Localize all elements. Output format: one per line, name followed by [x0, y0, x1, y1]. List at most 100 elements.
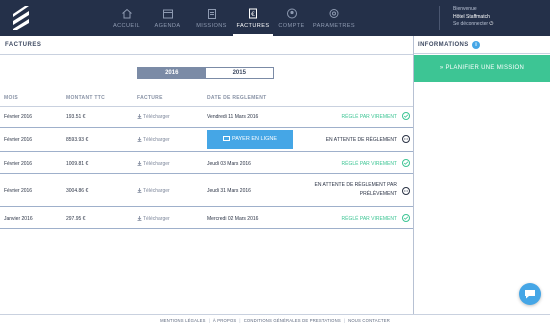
user-icon [286, 8, 297, 19]
status-text: RÉGLÉ PAR VIREMENT [341, 114, 397, 120]
check-icon [402, 214, 410, 222]
staffmatch-logo-icon[interactable] [11, 6, 31, 30]
row-date: Jeudi 31 Mars 2016 [207, 188, 251, 194]
table-row: Février 2016 3004.86 € Télécharger Jeudi… [0, 176, 413, 207]
status-text: RÉGLÉ PAR VIREMENT [341, 161, 397, 167]
nav-label: COMPTE [278, 23, 305, 29]
row-date: Vendredi 11 Mars 2016 [207, 114, 259, 120]
svg-text:€: € [251, 11, 255, 18]
status-text: RÉGLÉ PAR VIREMENT [341, 216, 397, 222]
year-switch: 2016 2015 [137, 67, 274, 79]
nav-label: PARAMETRES [312, 23, 356, 29]
nav-item-parametres[interactable]: PARAMETRES [310, 0, 358, 36]
download-link[interactable]: Télécharger [137, 161, 170, 167]
information-panel: INFORMATIONS i » PLANIFIER UNE MISSION [414, 36, 550, 314]
status-text: EN ATTENTE DE RÈGLEMENT [325, 137, 397, 143]
footer: MENTIONS LÉGALES | À PROPOS | CONDITIONS GÉN… [160, 318, 390, 323]
info-icon[interactable]: i [472, 41, 480, 49]
download-link[interactable]: Télécharger [137, 188, 170, 194]
nav-label: FACTURES [236, 23, 270, 29]
credit-card-icon [222, 136, 230, 141]
download-link[interactable]: Télécharger [137, 137, 170, 143]
column-header-invoice: FACTURE [137, 95, 163, 101]
row-date: Jeudi 03 Mars 2016 [207, 161, 251, 167]
footer-link-terms[interactable]: CONDITIONS GÉNÉRALES DE PRESTATIONS [244, 318, 341, 323]
nav-label: ACCUEIL [112, 23, 141, 29]
user-name: Hôtel Staffmatch [453, 13, 490, 20]
status-text-line2: PRÉLÈVEMENT [359, 191, 397, 197]
nav-item-missions[interactable]: MISSIONS [190, 0, 233, 36]
plan-mission-button[interactable]: » PLANIFIER UNE MISSION [414, 55, 550, 82]
clipboard-icon [207, 9, 216, 19]
row-amount: 3004.86 € [66, 188, 89, 194]
nav-label: AGENDA [154, 23, 181, 29]
download-icon [137, 188, 142, 193]
check-icon [402, 112, 410, 120]
power-icon: ⏻ [489, 21, 494, 27]
download-label: Télécharger [143, 216, 170, 222]
nav-item-compte[interactable]: COMPTE [273, 0, 310, 36]
nav-item-accueil[interactable]: ACCUEIL [108, 0, 145, 36]
download-icon [137, 137, 142, 142]
logout-label: Se déconnecter [453, 21, 489, 27]
divider [0, 54, 413, 55]
download-icon [137, 114, 142, 119]
row-month: Janvier 2016 [4, 216, 33, 222]
column-header-date: DATE DE REGLEMENT [207, 95, 267, 101]
invoices-panel: FACTURES 2016 2015 MOIS MONTANT TTC FACT… [0, 36, 413, 314]
chat-button[interactable] [519, 283, 541, 305]
home-icon [121, 8, 132, 19]
nav-item-agenda[interactable]: AGENDA [145, 0, 190, 36]
row-month: Février 2016 [4, 137, 33, 143]
calendar-icon [162, 9, 173, 19]
row-amount: 193.51 € [66, 114, 86, 120]
table-row: Janvier 2016 297.95 € Télécharger Mercre… [0, 208, 413, 229]
page-title: FACTURES [5, 42, 42, 48]
side-title: INFORMATIONS [418, 42, 469, 48]
footer-link-contact[interactable]: NOUS CONTACTER [348, 318, 390, 323]
footer-link-legal[interactable]: MENTIONS LÉGALES [160, 318, 206, 323]
invoice-icon: € [249, 8, 257, 19]
download-label: Télécharger [143, 114, 170, 120]
user-greeting: Bienvenue [453, 6, 477, 12]
check-icon [402, 159, 410, 167]
main-nav: ACCUEIL AGENDA MISSIONS € FACTURES COMPT… [108, 0, 358, 36]
year-tab-2016[interactable]: 2016 [138, 68, 206, 78]
download-label: Télécharger [143, 161, 170, 167]
footer-link-about[interactable]: À PROPOS [213, 318, 236, 323]
download-icon [137, 216, 142, 221]
column-header-month: MOIS [4, 95, 18, 101]
table-header: MOIS MONTANT TTC FACTURE DATE DE REGLEME… [0, 92, 413, 107]
table-row: Février 2016 1009.81 € Télécharger Jeudi… [0, 153, 413, 174]
logout-link[interactable]: Se déconnecter ⏻ [453, 21, 493, 29]
row-amount: 297.95 € [66, 216, 86, 222]
row-amount: 1009.81 € [66, 161, 89, 167]
table-row: Février 2016 193.51 € Télécharger Vendre… [0, 106, 413, 128]
row-month: Février 2016 [4, 161, 33, 167]
nav-label: MISSIONS [196, 23, 227, 29]
chat-bubble-icon [525, 290, 535, 299]
pending-icon [402, 187, 410, 195]
download-link[interactable]: Télécharger [137, 114, 170, 120]
pay-online-button[interactable]: PAYER EN LIGNE [207, 130, 293, 149]
nav-item-factures[interactable]: € FACTURES [233, 0, 273, 36]
table-row: Février 2016 8593.93 € Télécharger PAYER… [0, 128, 413, 152]
row-month: Février 2016 [4, 114, 33, 120]
row-month: Février 2016 [4, 188, 33, 194]
download-icon [137, 161, 142, 166]
divider [414, 53, 550, 54]
user-block: Bienvenue Hôtel Staffmatch Se déconnecte… [453, 6, 493, 29]
column-header-amount: MONTANT TTC [66, 95, 106, 101]
download-label: Télécharger [143, 137, 170, 143]
download-link[interactable]: Télécharger [137, 216, 170, 222]
top-navigation-bar: ACCUEIL AGENDA MISSIONS € FACTURES COMPT… [0, 0, 550, 36]
pending-icon [402, 135, 410, 143]
header-divider [439, 6, 440, 30]
pay-online-label: PAYER EN LIGNE [231, 136, 278, 142]
row-amount: 8593.93 € [66, 137, 89, 143]
footer-divider [0, 314, 550, 315]
gear-icon [329, 9, 339, 18]
year-tab-2015[interactable]: 2015 [205, 68, 273, 78]
row-date: Mercredi 02 Mars 2016 [207, 216, 259, 222]
status-text-line1: EN ATTENTE DE RÈGLEMENT PAR [314, 182, 397, 188]
